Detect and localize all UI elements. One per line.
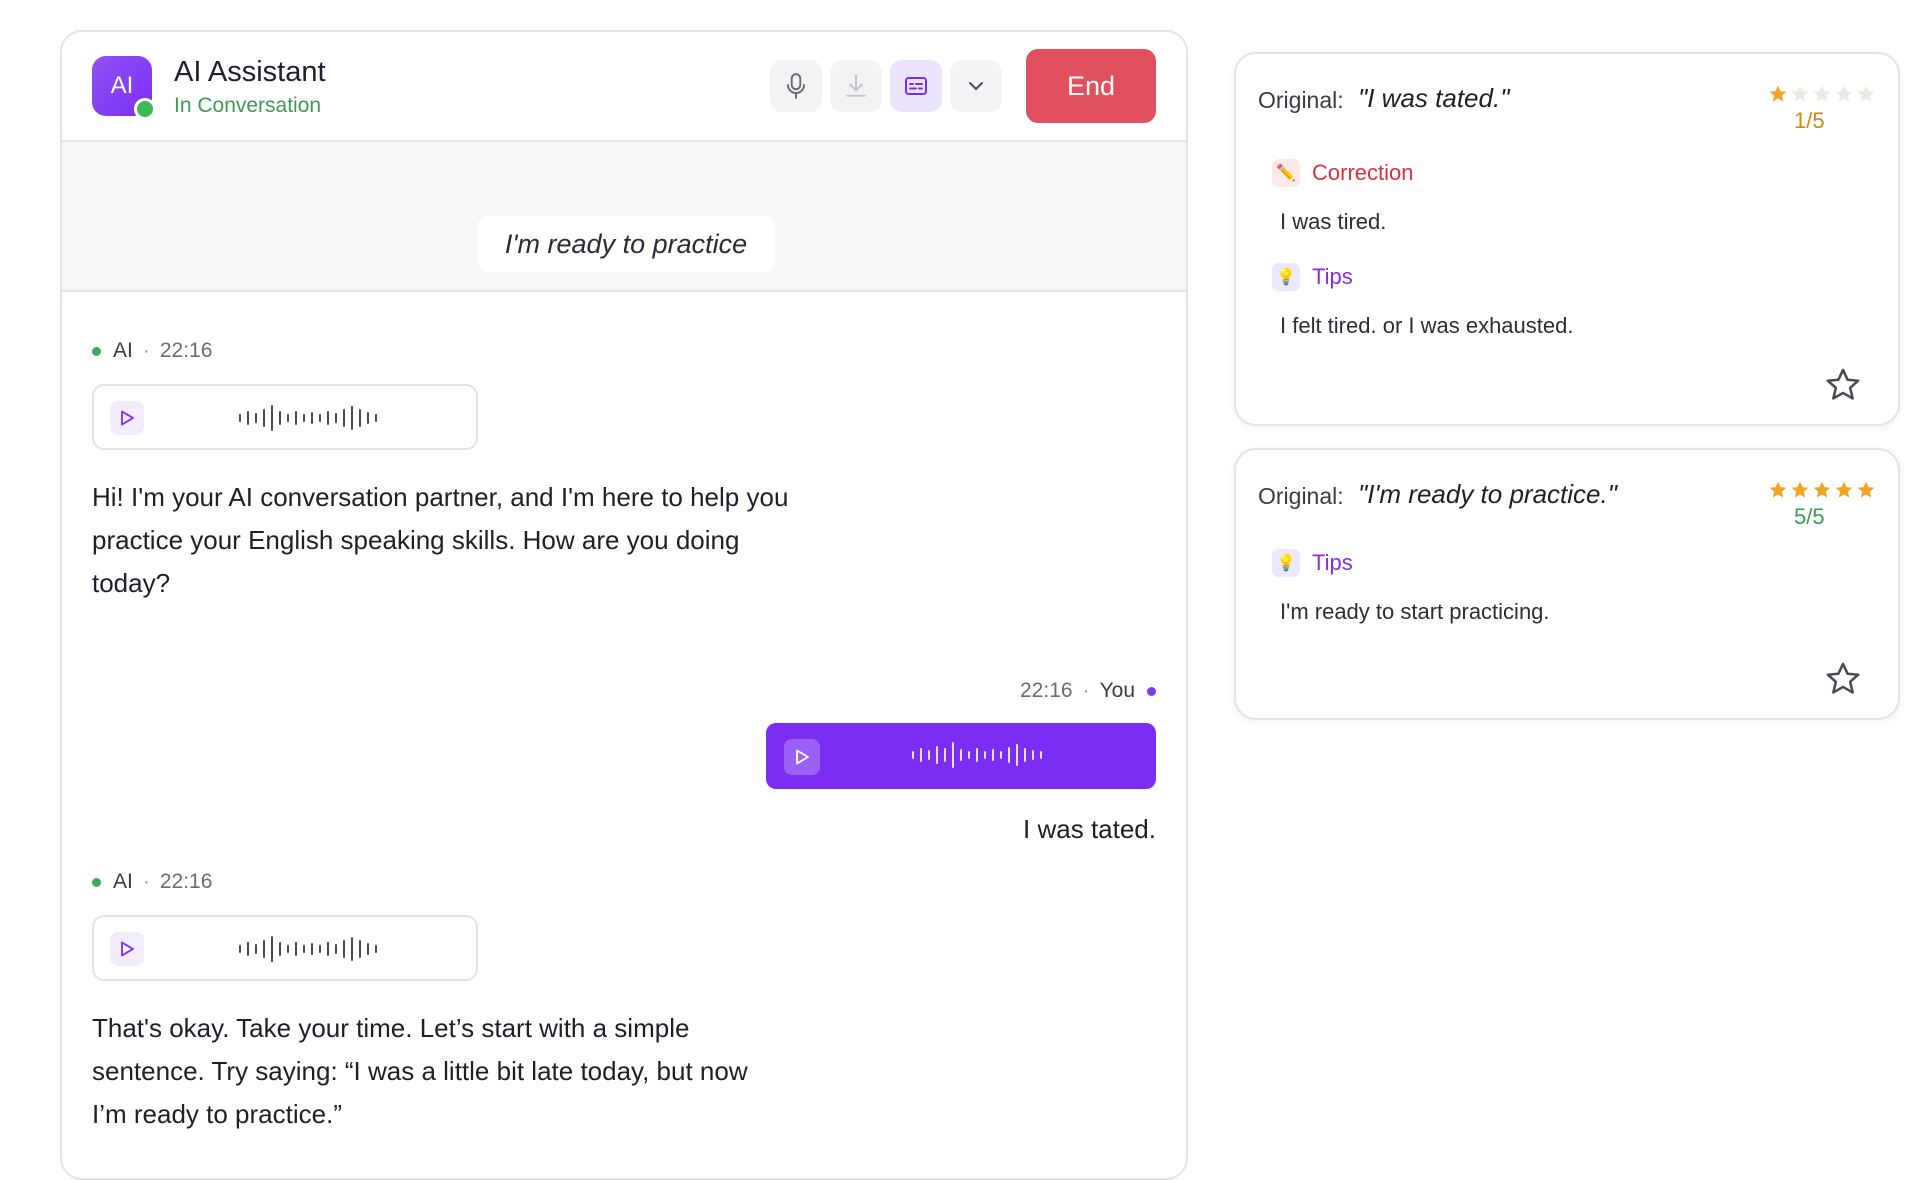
original-sentence: "I'm ready to practice." bbox=[1358, 479, 1617, 509]
favorite-star-icon[interactable] bbox=[1824, 366, 1862, 404]
play-icon bbox=[121, 410, 134, 426]
ai-message-text: That's okay. Take your time. Let’s start… bbox=[92, 1013, 748, 1129]
pencil-icon: ✏️ bbox=[1272, 159, 1300, 187]
star-empty-icon bbox=[1857, 85, 1875, 102]
microphone-button[interactable] bbox=[770, 60, 822, 112]
star-empty-icon bbox=[1835, 85, 1853, 102]
star-filled-icon bbox=[1835, 481, 1853, 498]
assistant-name: AI Assistant bbox=[174, 56, 326, 88]
user-message-text: I was tated. bbox=[1023, 814, 1156, 844]
rating-score: 5/5 bbox=[1794, 504, 1825, 529]
download-button[interactable] bbox=[830, 60, 882, 112]
play-button[interactable] bbox=[110, 932, 144, 966]
tips-header: 💡 Tips bbox=[1272, 263, 1353, 291]
rating-score: 1/5 bbox=[1794, 108, 1825, 133]
original-label: Original: bbox=[1258, 483, 1344, 509]
star-filled-icon bbox=[1813, 481, 1831, 498]
sender-name: AI bbox=[113, 339, 133, 362]
tips-text: I felt tired. or I was exhausted. bbox=[1280, 313, 1574, 338]
chat-header: AI AI Assistant In Conversation End bbox=[62, 32, 1186, 142]
tips-header: 💡 Tips bbox=[1272, 549, 1353, 577]
message-meta: AI · 22:16 bbox=[92, 870, 212, 894]
ai-indicator-dot bbox=[92, 346, 101, 356]
play-button[interactable] bbox=[110, 401, 144, 435]
original-sentence: "I was tated." bbox=[1358, 83, 1510, 113]
toolbar: End bbox=[770, 49, 1156, 123]
sender-name: You bbox=[1099, 679, 1135, 702]
message-meta: AI · 22:16 bbox=[92, 339, 212, 363]
favorite-star-icon[interactable] bbox=[1824, 660, 1862, 698]
end-conversation-button[interactable]: End bbox=[1026, 49, 1156, 123]
tips-label: Tips bbox=[1312, 264, 1353, 289]
ai-indicator-dot bbox=[92, 877, 101, 887]
audio-waveform-icon bbox=[239, 936, 377, 962]
play-icon bbox=[121, 941, 134, 957]
ai-audio-player bbox=[92, 915, 478, 981]
star-filled-icon bbox=[1769, 481, 1787, 498]
rating-stars bbox=[1768, 480, 1876, 500]
feedback-card: Original: "I'm ready to practice." 5/5 💡… bbox=[1234, 448, 1900, 720]
feedback-card: Original: "I was tated." 1/5 ✏️ Correcti… bbox=[1234, 52, 1900, 426]
original-label: Original: bbox=[1258, 87, 1344, 113]
play-icon bbox=[796, 749, 809, 765]
star-empty-icon bbox=[1813, 85, 1831, 102]
live-transcript-text: I'm ready to practice bbox=[477, 216, 775, 272]
star-filled-icon bbox=[1769, 85, 1787, 102]
sender-name: AI bbox=[113, 870, 133, 893]
chat-panel: AI AI Assistant In Conversation End I'm … bbox=[60, 30, 1188, 1180]
rating-stars bbox=[1768, 84, 1876, 104]
avatar-text: AI bbox=[110, 72, 134, 99]
lightbulb-icon: 💡 bbox=[1272, 549, 1300, 577]
subtitles-button[interactable] bbox=[890, 60, 942, 112]
meta-separator: · bbox=[142, 339, 150, 362]
conversation-status: In Conversation bbox=[174, 94, 322, 117]
message-time: 22:16 bbox=[1020, 679, 1073, 702]
message-time: 22:16 bbox=[159, 339, 213, 362]
user-indicator-dot bbox=[1147, 686, 1156, 696]
user-audio-player bbox=[766, 723, 1156, 789]
message-time: 22:16 bbox=[159, 870, 213, 893]
subtitles-icon bbox=[905, 77, 927, 95]
lightbulb-icon: 💡 bbox=[1272, 263, 1300, 291]
ai-message-text: Hi! I'm your AI conversation partner, an… bbox=[92, 482, 789, 598]
chevron-down-icon bbox=[969, 82, 983, 90]
star-empty-icon bbox=[1791, 85, 1809, 102]
ai-audio-player bbox=[92, 384, 478, 450]
audio-waveform-icon bbox=[912, 742, 1042, 768]
correction-header: ✏️ Correction bbox=[1272, 159, 1413, 187]
star-filled-icon bbox=[1791, 481, 1809, 498]
meta-separator: · bbox=[1082, 679, 1090, 702]
voice-activity-icon bbox=[592, 158, 659, 204]
correction-label: Correction bbox=[1312, 160, 1414, 185]
more-options-button[interactable] bbox=[950, 60, 1002, 112]
meta-separator: · bbox=[142, 870, 150, 893]
star-filled-icon bbox=[1857, 481, 1875, 498]
correction-text: I was tired. bbox=[1280, 209, 1387, 234]
assistant-avatar: AI bbox=[92, 56, 156, 120]
live-transcript-area: I'm ready to practice bbox=[62, 142, 1186, 292]
audio-waveform-icon bbox=[239, 405, 377, 431]
tips-label: Tips bbox=[1312, 550, 1353, 575]
microphone-icon bbox=[786, 73, 806, 99]
tips-text: I'm ready to start practicing. bbox=[1280, 599, 1550, 624]
download-icon bbox=[846, 74, 866, 97]
message-meta: 22:16 · You bbox=[1020, 679, 1156, 703]
online-status-dot bbox=[134, 98, 156, 120]
play-button[interactable] bbox=[784, 739, 820, 775]
